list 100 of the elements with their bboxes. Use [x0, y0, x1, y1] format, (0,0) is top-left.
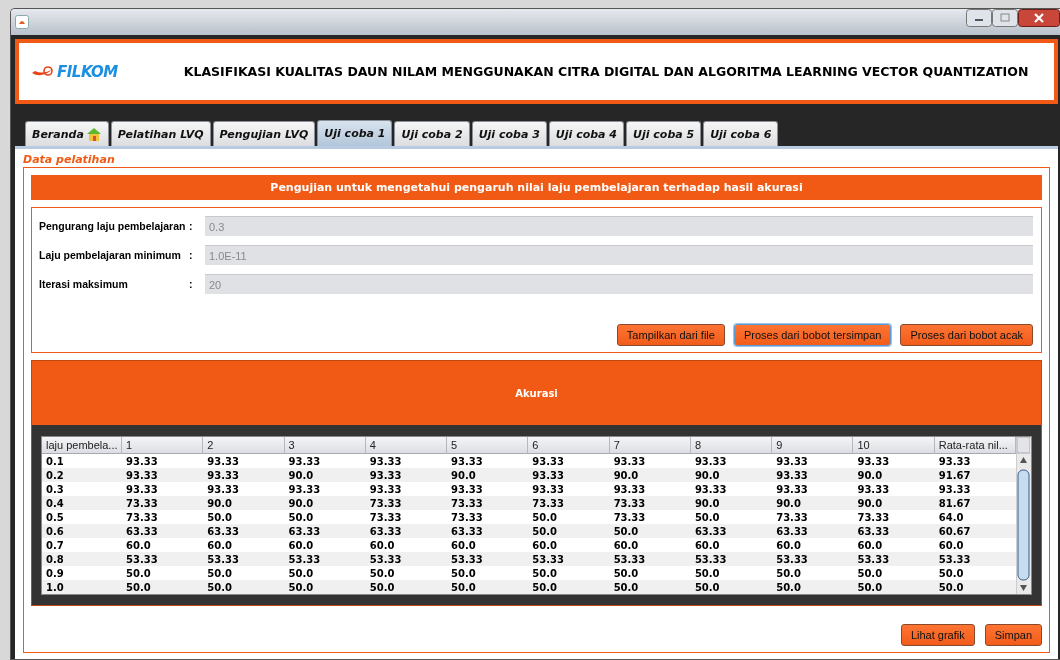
table-cell: 53.33	[365, 552, 448, 566]
column-header[interactable]: 6	[528, 437, 610, 454]
section-title: Data pelatihan	[23, 153, 116, 167]
table-cell: 0.4	[42, 496, 122, 510]
colon: :	[189, 220, 194, 232]
table-cell: 90.0	[609, 468, 691, 482]
action-button[interactable]: Tampilkan dari file	[616, 324, 725, 346]
table-cell: 0.2	[42, 468, 122, 482]
table-cell: 53.33	[122, 552, 204, 566]
tab[interactable]: Uji coba 4	[548, 121, 624, 146]
table-cell: 50.0	[609, 580, 691, 594]
tab[interactable]: Uji coba 6	[703, 121, 779, 146]
table-cell: 53.33	[447, 552, 529, 566]
swoosh-icon	[31, 64, 55, 79]
table-cell: 53.33	[853, 552, 935, 566]
table-cell: 50.0	[447, 580, 529, 594]
table-cell: 50.0	[772, 580, 854, 594]
tab[interactable]: Pelatihan LVQ	[110, 121, 211, 146]
table-cell: 90.0	[853, 496, 935, 510]
maximize-icon[interactable]	[992, 9, 1018, 27]
action-button[interactable]: Simpan	[984, 624, 1042, 646]
app-icon	[15, 15, 29, 29]
column-header[interactable]: 9	[772, 437, 854, 454]
table-cell: 53.33	[609, 552, 691, 566]
table-cell: 50.0	[365, 580, 448, 594]
field-label: Laju pembelajaran minimum	[39, 249, 182, 261]
field-label: Pengurang laju pembelajaran	[39, 220, 187, 232]
table-cell: 90.0	[203, 496, 285, 510]
column-header[interactable]: 4	[365, 437, 448, 454]
action-button[interactable]: Proses dari bobot acak	[900, 324, 1033, 346]
column-header[interactable]: 2	[203, 437, 285, 454]
table-cell: 50.0	[203, 580, 285, 594]
table-cell: 50.0	[528, 580, 610, 594]
table-cell: 90.0	[284, 468, 366, 482]
table-cell: 50.0	[284, 580, 366, 594]
table-cell: 50.0	[528, 524, 610, 538]
tab[interactable]: Pengujian LVQ	[212, 121, 316, 146]
table-cell: 50.0	[122, 580, 204, 594]
table-cell: 50.0	[690, 580, 773, 594]
table-cell: 90.0	[853, 468, 935, 482]
banner: Pengujian untuk mengetahui pengaruh nilai laju pembelajaran terhadap hasil akurasi	[31, 175, 1042, 200]
table-cell: 90.0	[447, 468, 529, 482]
column-header[interactable]: 7	[609, 437, 691, 454]
table-cell: 90.0	[690, 468, 773, 482]
table-cell: 73.33	[609, 496, 691, 510]
table-cell: 50.0	[934, 580, 1016, 594]
table-cell: 63.33	[122, 524, 204, 538]
column-header[interactable]: 3	[284, 437, 366, 454]
table-cell: 73.33	[528, 496, 610, 510]
close-icon[interactable]	[1018, 9, 1060, 27]
table-cell: 53.33	[203, 552, 285, 566]
table-cell: 90.0	[284, 496, 366, 510]
table-cell: 1.0	[42, 580, 122, 594]
table-cell: 90.0	[772, 496, 854, 510]
column-header[interactable]: Rata-rata nil...	[934, 437, 1016, 454]
table-cell: 50.0	[853, 580, 935, 594]
tab[interactable]: Uji coba 5	[626, 121, 702, 146]
table-cell: 60.67	[934, 524, 1016, 538]
table-cell: 93.33	[365, 468, 448, 482]
table-cell: 53.33	[284, 552, 366, 566]
table-cell: 81.67	[934, 496, 1016, 510]
table-cell: 93.33	[528, 468, 610, 482]
table-cell: 73.33	[447, 496, 529, 510]
table-cell: 93.33	[203, 468, 285, 482]
table-cell: 90.0	[690, 496, 773, 510]
table-cell: 93.33	[122, 468, 204, 482]
table-cell: 53.33	[772, 552, 854, 566]
column-header[interactable]: laju pembela...	[42, 437, 122, 454]
table-cell: 63.33	[203, 524, 285, 538]
tab[interactable]: Uji coba 2	[394, 121, 470, 146]
table-cell: 53.33	[528, 552, 610, 566]
table-cell: 63.33	[284, 524, 366, 538]
colon: :	[189, 249, 194, 261]
tab[interactable]: Beranda	[25, 121, 109, 146]
column-header[interactable]: 10	[853, 437, 935, 454]
minimize-icon[interactable]	[966, 9, 992, 27]
field-label: Iterasi maksimum	[39, 278, 129, 290]
results-title: Akurasi	[32, 361, 1041, 425]
table-cell: 63.33	[690, 524, 773, 538]
tab[interactable]: Uji coba 1	[317, 120, 393, 146]
table-cell: 63.33	[853, 524, 935, 538]
column-header[interactable]: 1	[122, 437, 204, 454]
table-cell: 63.33	[447, 524, 529, 538]
tab[interactable]: Uji coba 3	[471, 121, 547, 146]
table-cell: 0.6	[42, 524, 122, 538]
action-button[interactable]: Proses dari bobot tersimpan	[733, 324, 892, 346]
colon: :	[189, 278, 194, 290]
table-cell: 53.33	[690, 552, 773, 566]
table-cell: 73.33	[122, 496, 204, 510]
table-cell: 0.8	[42, 552, 122, 566]
table-cell: 50.0	[609, 524, 691, 538]
column-header[interactable]: 8	[690, 437, 773, 454]
table-cell: 73.33	[365, 496, 448, 510]
app-title: KLASIFIKASI KUALITAS DAUN NILAM MENGGUNAKAN CITRA DIGITAL DAN ALGORITMA LEARNING VECTOR QUANTIZATION	[183, 64, 1029, 79]
table-cell: 53.33	[934, 552, 1016, 566]
column-header[interactable]: 5	[447, 437, 529, 454]
action-button[interactable]: Lihat grafik	[900, 624, 975, 646]
scrollbar-drawing[interactable]	[1017, 437, 1030, 594]
logo-text: FILKOM	[57, 62, 118, 81]
table-cell: 63.33	[772, 524, 854, 538]
